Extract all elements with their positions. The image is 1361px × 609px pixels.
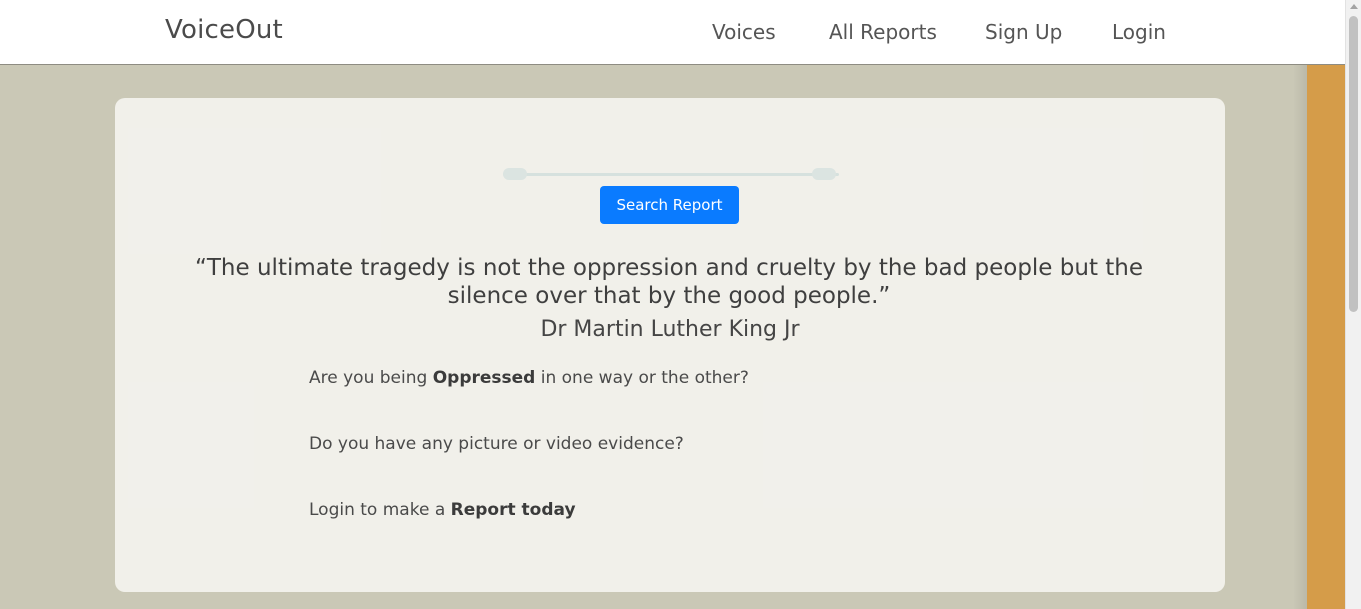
prompt-text: Are you being: [309, 368, 433, 388]
prompt-text: in one way or the other?: [535, 368, 749, 388]
brand-logo[interactable]: VoiceOut: [165, 15, 283, 45]
background-decoration-dot: [812, 168, 836, 180]
accent-strip: [1307, 65, 1345, 609]
strip-shadow: [1293, 65, 1307, 609]
prompt-login-report: Login to make a Report today: [309, 500, 576, 520]
nav-link-login[interactable]: Login: [1112, 20, 1166, 44]
prompt-oppressed: Are you being Oppressed in one way or th…: [309, 368, 749, 388]
nav-link-all-reports[interactable]: All Reports: [829, 20, 937, 44]
hero-card: Search Report “The ultimate tragedy is n…: [115, 98, 1225, 592]
nav-link-voices[interactable]: Voices: [712, 20, 776, 44]
prompt-text: Login to make a: [309, 500, 451, 520]
prompt-emphasis: Oppressed: [432, 368, 536, 388]
navbar: VoiceOut Voices All Reports Sign Up Logi…: [0, 0, 1345, 65]
search-report-button[interactable]: Search Report: [600, 186, 739, 224]
background-decoration: [503, 173, 839, 176]
scrollbar-thumb[interactable]: [1349, 16, 1358, 312]
background-decoration-dot: [503, 168, 527, 180]
prompt-emphasis: Report today: [450, 500, 576, 520]
quote-author: Dr Martin Luther King Jr: [540, 317, 800, 342]
scroll-up-icon[interactable]: [1350, 4, 1358, 9]
vertical-scrollbar[interactable]: [1345, 0, 1361, 609]
prompt-evidence: Do you have any picture or video evidenc…: [309, 434, 684, 454]
nav-link-sign-up[interactable]: Sign Up: [985, 20, 1062, 44]
quote-text: “The ultimate tragedy is not the oppress…: [194, 255, 1144, 309]
